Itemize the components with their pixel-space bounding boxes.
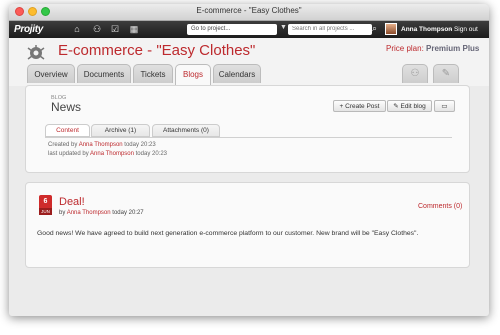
tab-overview[interactable]: Overview (27, 64, 75, 83)
print-icon: ▭ (441, 103, 448, 110)
search-icon[interactable]: ⌕ (372, 23, 377, 34)
updated-by-line: last updated by Anna Thompson today 20:2… (48, 151, 167, 157)
tab-calendars[interactable]: Calendars (213, 64, 261, 83)
project-select[interactable]: Go to project... (187, 24, 277, 35)
window-title: E-commerce - "Easy Clothes" (196, 6, 302, 15)
title-bar: E-commerce - "Easy Clothes" (9, 4, 489, 21)
browser-window: E-commerce - "Easy Clothes" Projity ⌂ ⚇ … (9, 4, 489, 316)
post-body: Good news! We have agreed to build next … (37, 230, 419, 237)
calendar-icon[interactable]: ▦ (128, 24, 140, 35)
tab-content[interactable]: Content (45, 124, 90, 137)
comments-link[interactable]: Comments (0) (418, 203, 462, 210)
created-time: today 20:23 (124, 142, 156, 148)
post-month: JUN (39, 208, 52, 215)
price-plan-link[interactable]: Premium Plus (426, 44, 479, 53)
edit-blog-label: Edit blog (400, 103, 426, 110)
created-by-label: Created by (48, 142, 78, 148)
print-button[interactable]: ▭ (434, 100, 455, 112)
post-title[interactable]: Deal! (59, 196, 85, 208)
price-plan: Price plan: Premium Plus (386, 44, 479, 53)
post-time: today 20:27 (112, 210, 144, 216)
home-icon[interactable]: ⌂ (71, 24, 83, 35)
page-title: News (51, 100, 82, 114)
people-icon[interactable]: ⚇ (91, 24, 103, 35)
price-plan-label: Price plan: (386, 44, 424, 53)
tab-archive[interactable]: Archive (1) (91, 124, 150, 137)
sign-out-link[interactable]: - Sign out (450, 26, 478, 33)
post-meta: by Anna Thompson today 20:27 (59, 210, 144, 216)
post-by-label: by (59, 210, 66, 216)
project-logo-icon (27, 45, 45, 60)
tab-documents[interactable]: Documents (77, 64, 131, 83)
create-post-button[interactable]: + Create Post (333, 100, 386, 112)
post-day: 6 (39, 195, 52, 208)
created-by-user-link[interactable]: Anna Thompson (79, 142, 123, 148)
post-date-badge: 6 JUN (26, 195, 52, 215)
created-by-line: Created by Anna Thompson today 20:23 (48, 142, 156, 148)
chevron-down-icon[interactable]: ▼ (280, 24, 287, 31)
tasks-icon[interactable]: ☑ (109, 24, 121, 35)
create-post-label: Create Post (345, 103, 380, 110)
updated-by-user-link[interactable]: Anna Thompson (90, 151, 134, 157)
app-logo[interactable]: Projity (14, 24, 43, 35)
post-panel: 6 JUN Deal! by Anna Thompson today 20:27… (25, 182, 470, 268)
pencil-icon[interactable]: ✎ (433, 64, 459, 83)
subtabs-divider (45, 137, 452, 138)
tab-attachments[interactable]: Attachments (0) (152, 124, 220, 137)
updated-by-label: last updated by (48, 151, 89, 157)
user-name-link[interactable]: Anna Thompson (401, 26, 452, 33)
top-nav-bar: Projity ⌂ ⚇ ☑ ▦ Go to project... ▼ ⌕ Ann… (9, 21, 489, 38)
updated-time: today 20:23 (135, 151, 167, 157)
project-title: E-commerce - "Easy Clothes" (58, 42, 256, 59)
search-input[interactable] (288, 24, 372, 35)
post-author-link[interactable]: Anna Thompson (67, 210, 111, 216)
tab-tickets[interactable]: Tickets (133, 64, 173, 83)
avatar[interactable] (385, 23, 397, 35)
edit-blog-button[interactable]: ✎ Edit blog (387, 100, 432, 112)
tab-blogs[interactable]: Blogs (175, 64, 211, 85)
people-tab-icon[interactable]: ⚇ (402, 64, 428, 83)
blog-panel: BLOG News + Create Post ✎ Edit blog ▭ Co… (25, 85, 470, 173)
